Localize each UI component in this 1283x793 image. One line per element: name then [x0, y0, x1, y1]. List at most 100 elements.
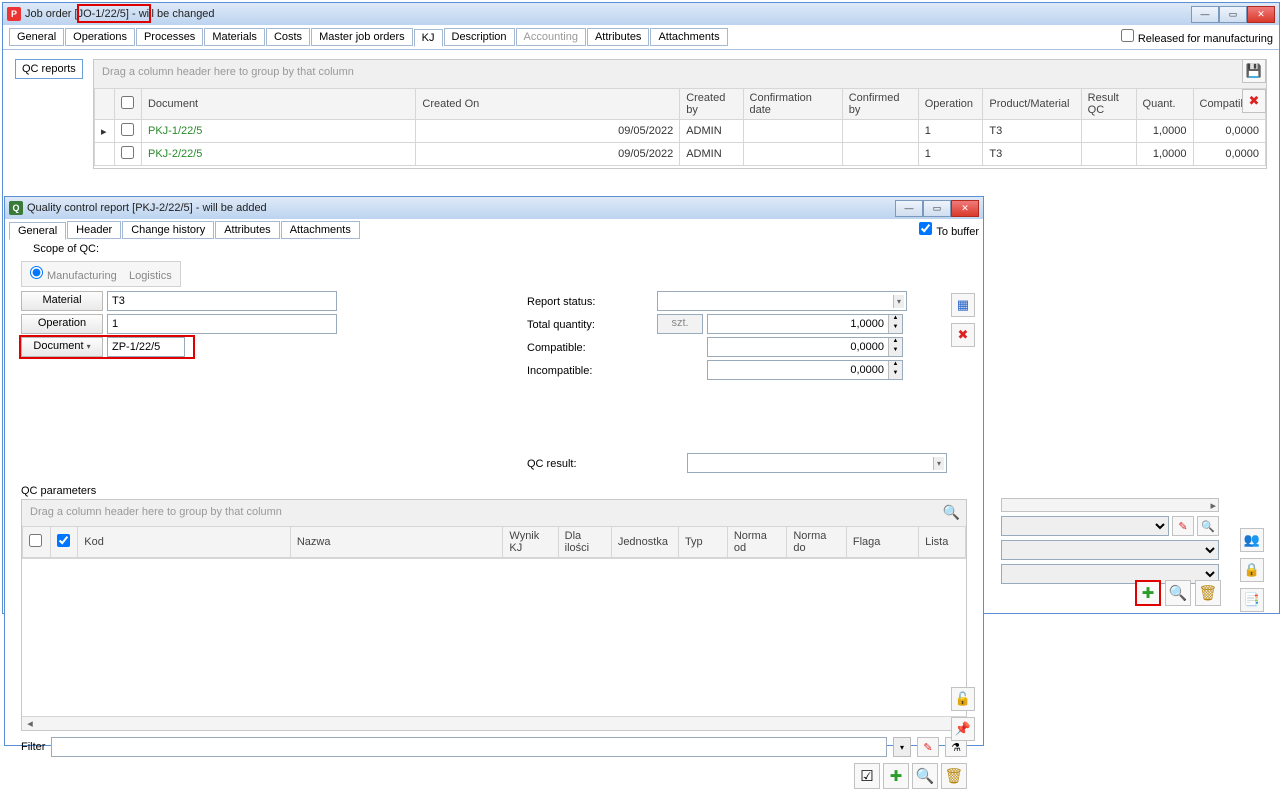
compat-spin[interactable]: ▲▼ — [707, 337, 903, 357]
pcol-ilosci[interactable]: Dla ilości — [558, 527, 611, 558]
released-checkbox-label[interactable]: Released for manufacturing — [1121, 29, 1273, 45]
col-conf-date[interactable]: Confirmation date — [743, 89, 842, 120]
filter-dropdown[interactable]: ▾ — [893, 737, 911, 757]
to-buffer-label[interactable]: To buffer — [919, 222, 979, 238]
col-quant[interactable]: Quant. — [1136, 89, 1193, 120]
pcol-lista[interactable]: Lista — [919, 527, 966, 558]
col-check-all[interactable] — [114, 89, 141, 120]
col-conf-by[interactable]: Confirmed by — [842, 89, 918, 120]
params-trash-button[interactable]: 🗑 — [941, 763, 967, 789]
total-spin[interactable]: ▲▼ — [707, 314, 903, 334]
table-row[interactable]: ▸ PKJ-1/22/5 09/05/2022 ADMIN 1 T3 1,000… — [95, 120, 1266, 143]
add-button[interactable]: ✚ — [1135, 580, 1161, 606]
operation-input[interactable] — [107, 314, 337, 334]
compat-input[interactable] — [708, 338, 888, 356]
params-group-bar[interactable]: Drag a column header here to group by th… — [22, 500, 966, 526]
col-created-on[interactable]: Created On — [416, 89, 680, 120]
operation-button[interactable]: Operation — [21, 314, 103, 334]
dlg-tab-attributes[interactable]: Attributes — [215, 221, 279, 239]
pcol-check2[interactable] — [50, 527, 78, 558]
material-input[interactable] — [107, 291, 337, 311]
table-row[interactable]: PKJ-2/22/5 09/05/2022 ADMIN 1 T3 1,0000 … — [95, 143, 1266, 166]
view-button[interactable]: 🔍 — [1165, 580, 1191, 606]
dlg-tab-history[interactable]: Change history — [122, 221, 214, 239]
filter-select-2[interactable] — [1001, 540, 1219, 560]
main-close-button[interactable]: ✕ — [1247, 6, 1275, 23]
group-bar[interactable]: Drag a column header here to group by th… — [94, 60, 1266, 88]
pcol-kod[interactable]: Kod — [78, 527, 291, 558]
incompat-spin[interactable]: ▲▼ — [707, 360, 903, 380]
dlg-maximize-button[interactable]: ▭ — [923, 200, 951, 217]
tab-operations[interactable]: Operations — [65, 28, 135, 46]
filter-edit-button[interactable]: ✎ — [917, 737, 939, 757]
col-product[interactable]: Product/Material — [983, 89, 1081, 120]
tab-general[interactable]: General — [9, 28, 64, 46]
document-input[interactable] — [107, 337, 185, 357]
qcresult-combo[interactable] — [687, 453, 947, 473]
row-checkbox[interactable] — [121, 146, 134, 159]
tab-master-job-orders[interactable]: Master job orders — [311, 28, 413, 46]
to-buffer-checkbox[interactable] — [919, 222, 932, 235]
scope-radio-mfg[interactable] — [30, 266, 43, 279]
dlg-close-button[interactable]: ✕ — [951, 200, 979, 217]
dlg-tab-attachments[interactable]: Attachments — [281, 221, 360, 239]
pcol-wynik[interactable]: Wynik KJ — [503, 527, 558, 558]
material-button[interactable]: Material — [21, 291, 103, 311]
incompat-input[interactable] — [708, 361, 888, 379]
pcol-ndo[interactable]: Norma do — [787, 527, 847, 558]
tab-attachments[interactable]: Attachments — [650, 28, 727, 46]
pcol-typ[interactable]: Typ — [678, 527, 727, 558]
save-button[interactable]: 💾 — [1242, 59, 1266, 83]
tab-attributes[interactable]: Attributes — [587, 28, 649, 46]
status-combo[interactable] — [657, 291, 907, 311]
col-document[interactable]: Document — [141, 89, 415, 120]
pcol-nazwa[interactable]: Nazwa — [290, 527, 503, 558]
params-view-button[interactable]: 🔍 — [912, 763, 938, 789]
tab-kj[interactable]: KJ — [414, 29, 443, 47]
dlg-tab-header[interactable]: Header — [67, 221, 121, 239]
params-search-icon[interactable]: 🔍 — [943, 504, 960, 521]
magnify-icon-button[interactable]: 🔍 — [1197, 516, 1219, 536]
col-result[interactable]: Result QC — [1081, 89, 1136, 120]
close-panel-button[interactable]: ✖ — [1242, 89, 1266, 113]
doc-link[interactable]: PKJ-1/22/5 — [148, 125, 202, 137]
chip-button[interactable]: ▦ — [951, 293, 975, 317]
edit-icon-button[interactable]: ✎ — [1172, 516, 1194, 536]
filter-select-1[interactable] — [1001, 516, 1169, 536]
params-hscroll[interactable]: ◂▸ — [22, 716, 966, 730]
incompat-label: Incompatible: — [527, 363, 657, 377]
pcol-flaga[interactable]: Flaga — [846, 527, 918, 558]
document-button[interactable]: Document — [21, 337, 103, 357]
check-button[interactable]: ☑ — [854, 763, 880, 789]
tab-materials[interactable]: Materials — [204, 28, 265, 46]
row-checkbox[interactable] — [121, 123, 134, 136]
pcol-nod[interactable]: Norma od — [727, 527, 787, 558]
scope-logistics[interactable]: Logistics — [129, 270, 172, 282]
pcol-check[interactable] — [23, 527, 51, 558]
scrollbar-end[interactable]: ▸ — [1001, 498, 1219, 512]
scope-manufacturing[interactable]: Manufacturing — [30, 270, 117, 282]
main-maximize-button[interactable]: ▭ — [1219, 6, 1247, 23]
side-tab-qc-reports[interactable]: QC reports — [15, 59, 83, 79]
col-created-by[interactable]: Created by — [680, 89, 743, 120]
filter-input[interactable] — [51, 737, 887, 757]
lock-button[interactable]: 🔒 — [1240, 558, 1264, 582]
tab-description[interactable]: Description — [444, 28, 515, 46]
people-button[interactable]: 👥 — [1240, 528, 1264, 552]
dlg-delete-button[interactable]: ✖ — [951, 323, 975, 347]
main-minimize-button[interactable]: — — [1191, 6, 1219, 23]
tab-costs[interactable]: Costs — [266, 28, 310, 46]
dlg-minimize-button[interactable]: — — [895, 200, 923, 217]
trash-button[interactable]: 🗑 — [1195, 580, 1221, 606]
col-operation[interactable]: Operation — [918, 89, 983, 120]
params-add-button[interactable]: ✚ — [883, 763, 909, 789]
bookmark-button[interactable]: 📑 — [1240, 588, 1264, 612]
dlg-tab-general[interactable]: General — [9, 222, 66, 240]
pin-button[interactable]: 📌 — [951, 717, 975, 741]
unlock-button[interactable]: 🔓 — [951, 687, 975, 711]
released-checkbox[interactable] — [1121, 29, 1134, 42]
doc-link[interactable]: PKJ-2/22/5 — [148, 148, 202, 160]
pcol-jedn[interactable]: Jednostka — [611, 527, 678, 558]
total-input[interactable] — [708, 315, 888, 333]
tab-processes[interactable]: Processes — [136, 28, 203, 46]
